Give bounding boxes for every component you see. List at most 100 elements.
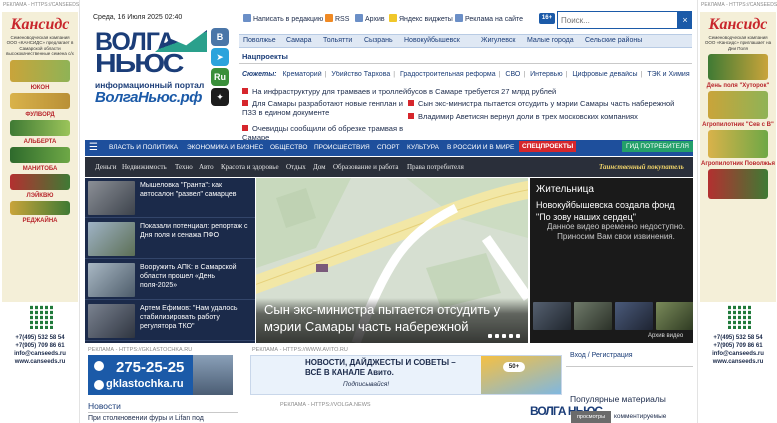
link-label: Написать в редакцию: [253, 16, 324, 23]
slide-dot[interactable]: [495, 334, 499, 338]
city-tab[interactable]: Сельские районы: [585, 37, 642, 44]
topic-link[interactable]: Градостроительная реформа: [400, 71, 496, 78]
list-item[interactable]: Артем Ефимов: "Нам удалось стабилизирова…: [85, 301, 255, 341]
ad-product-image: [10, 146, 70, 163]
dzen-button[interactable]: ✦: [211, 88, 229, 106]
news-thumbnail: [88, 263, 135, 297]
subnav-item[interactable]: Отдых: [286, 163, 306, 171]
ad-event: Агропилотник "Сев с В": [702, 122, 774, 129]
city-tab[interactable]: Самара: [286, 37, 312, 44]
advertising-link[interactable]: Реклама на сайте: [455, 14, 523, 23]
ad-event-image: [708, 130, 768, 159]
logo-line2: НЬЮС: [95, 50, 184, 79]
topic-link[interactable]: Цифровые девайсы: [572, 71, 637, 78]
city-tab[interactable]: Сызрань: [364, 37, 393, 44]
city-tab[interactable]: Новокуйбышевск: [404, 37, 460, 44]
topics-bar: Сюжеты: Крематорий | Убийство Тархова | Гр…: [242, 71, 690, 78]
hero-story[interactable]: Сын экс-министра пытается отсудить у мэр…: [256, 178, 528, 343]
tab-commented[interactable]: комментируемые: [614, 413, 666, 420]
nav-item-consumer-guide[interactable]: ГИД ПОТРЕБИТЕЛЯ: [622, 141, 693, 152]
menu-icon[interactable]: ☰: [89, 143, 103, 153]
vk-icon: В: [216, 32, 224, 42]
right-side-ad[interactable]: РЕКЛАМА - HTTPS://CANSEEDS.RU/ Кансидс С…: [697, 0, 777, 423]
news-item[interactable]: При столкновении фуры и Lifan под: [88, 415, 204, 422]
ad-phone: +7(905) 709 86 61: [15, 343, 65, 350]
ad-banner-right[interactable]: Кансидс Семеноводческая компания ООО «Ка…: [700, 12, 776, 302]
slide-dot[interactable]: [509, 334, 513, 338]
nav-item[interactable]: ПРОИСШЕСТВИЯ: [314, 144, 370, 151]
tab-views[interactable]: просмотры: [571, 411, 611, 423]
rss-link[interactable]: RSS: [325, 14, 349, 23]
logo-top: ВОЛГА: [95, 28, 207, 56]
ad-field-image: [10, 59, 70, 82]
slide-dot[interactable]: [488, 334, 492, 338]
login-register-link[interactable]: Вход / Регистрация: [570, 352, 633, 359]
topic-link[interactable]: ТЭК и Химия: [647, 71, 689, 78]
subnav-item[interactable]: Недвижимость: [122, 163, 167, 171]
subnav-item[interactable]: Деньги: [95, 163, 117, 171]
ad-banner-left[interactable]: Кансидс Семеноводческая компания ООО «КА…: [2, 12, 78, 302]
nav-item[interactable]: ЭКОНОМИКА И БИЗНЕС: [187, 144, 263, 151]
avito-ad[interactable]: НОВОСТИ, ДАЙДЖЕСТЫ И СОВЕТЫ – ВСЁ В КАНА…: [250, 355, 562, 395]
video-thumbnail[interactable]: [574, 302, 612, 330]
rss-icon: [325, 14, 333, 22]
subnav-item[interactable]: Образование и работа: [333, 163, 398, 171]
separator: |: [393, 71, 396, 78]
headline-link[interactable]: Сын экс-министра пытается отсудить у мэр…: [408, 99, 692, 108]
subnav-item[interactable]: Красота и здоровье: [221, 163, 279, 171]
vk-button[interactable]: В: [211, 28, 229, 46]
topic-link[interactable]: Крематорий: [282, 71, 321, 78]
subnav-item[interactable]: Техно: [175, 163, 193, 171]
city-tab[interactable]: Жигулевск: [481, 37, 515, 44]
video-archive-link[interactable]: Архив видео: [648, 333, 683, 339]
telegram-icon: ➤: [216, 52, 224, 62]
city-tab[interactable]: Поволжье: [243, 37, 276, 44]
slide-dot[interactable]: [516, 334, 520, 338]
video-thumbnail[interactable]: [656, 302, 693, 330]
telegram-button[interactable]: ➤: [211, 48, 229, 66]
rutube-button[interactable]: Ru: [211, 68, 229, 86]
nav-item[interactable]: КУЛЬТУРА: [407, 144, 439, 151]
list-item[interactable]: Показали потенциал: репортаж с Дня поля …: [85, 219, 255, 259]
yandex-widgets-link[interactable]: Яндекс виджеты: [389, 14, 453, 23]
subnav-item-mystery-shopper[interactable]: Таинственный покупатель: [599, 163, 684, 171]
search-input[interactable]: [557, 11, 678, 29]
ad-product: ФУЛВОРД: [25, 111, 55, 118]
nav-item[interactable]: В РОССИИ И В МИРЕ: [447, 144, 514, 151]
ad-tag: РЕКЛАМА - HTTPS://WWW.AVITO.RU: [252, 347, 348, 353]
nav-item[interactable]: СПОРТ: [377, 144, 399, 151]
slide-dot[interactable]: [502, 334, 506, 338]
ad-product-image: [10, 200, 70, 215]
separator: |: [523, 71, 526, 78]
subnav-item[interactable]: Права потребителя: [407, 163, 464, 171]
video-thumbnail[interactable]: [533, 302, 571, 330]
topic-link[interactable]: Интервью: [530, 71, 562, 78]
topic-link[interactable]: Убийство Тархова: [331, 71, 390, 78]
video-thumbnail[interactable]: [615, 302, 653, 330]
nav-item[interactable]: ВЛАСТЬ И ПОЛИТИКА: [109, 144, 178, 151]
search-button[interactable]: ×: [678, 11, 692, 29]
subnav-item[interactable]: Дом: [313, 163, 326, 171]
write-to-editor-link[interactable]: Написать в редакцию: [243, 14, 323, 23]
archive-link[interactable]: Архив: [355, 14, 385, 23]
ad-field-image: [708, 54, 768, 81]
video-player[interactable]: Жительница Новокуйбышевска создала фонд …: [530, 178, 693, 343]
list-item[interactable]: Вооружить АПК: в Самарской области проше…: [85, 260, 255, 300]
ad-site: www.canseeds.ru: [712, 359, 764, 366]
ad-product-image: [10, 119, 70, 136]
headline-link[interactable]: Для Самары разработают новые генплан и П…: [242, 99, 404, 117]
list-item[interactable]: Мышеловка "Гранта": как автосалон "разве…: [85, 178, 255, 218]
news-title: Вооружить АПК: в Самарской области проше…: [140, 264, 237, 289]
city-tab[interactable]: Тольятти: [323, 37, 352, 44]
city-tab[interactable]: Малые города: [527, 37, 574, 44]
headline-link[interactable]: Владимир Аветисян вернул доли в трех мос…: [408, 112, 692, 121]
phone-icon: [94, 361, 104, 371]
nav-item-special[interactable]: СПЕЦПРОЕКТЫ: [519, 141, 577, 152]
site-logo[interactable]: ВОЛГА НЬЮС информационный портал ВолгаНь…: [95, 28, 207, 110]
nav-item[interactable]: ОБЩЕСТВО: [270, 144, 307, 151]
left-side-ad[interactable]: РЕКЛАМА - HTTPS://CANSEEDS.RU/ Кансидс С…: [0, 0, 80, 423]
topic-link[interactable]: СВО: [505, 71, 520, 78]
subnav-item[interactable]: Авто: [199, 163, 214, 171]
natsproekty-link[interactable]: Нацпроекты: [242, 52, 288, 61]
headline-link[interactable]: На инфраструктуру для трамваев и троллей…: [242, 87, 556, 96]
